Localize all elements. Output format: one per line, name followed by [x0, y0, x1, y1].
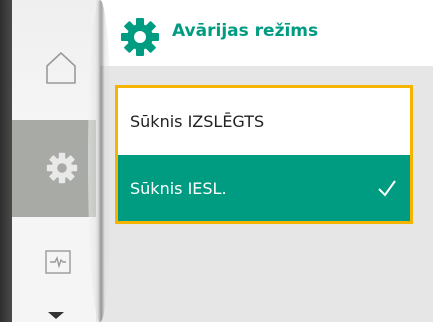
home-icon: [46, 52, 76, 84]
pulse-icon: [45, 250, 71, 274]
rail-bezel: [0, 0, 12, 322]
options-list: Sūknis IZSLĒGTS Sūknis IESL.: [115, 85, 413, 224]
rail-divider: [88, 0, 112, 322]
page-title: Avārijas režīms: [172, 21, 319, 41]
sidebar: [0, 0, 96, 322]
option-label: Sūknis IESL.: [130, 178, 227, 198]
gear-icon: [46, 152, 78, 184]
gear-icon: [121, 18, 159, 56]
checkmark-icon: [378, 180, 396, 197]
chevron-down-icon[interactable]: [48, 310, 64, 320]
option-pump-on[interactable]: Sūknis IESL.: [118, 155, 410, 221]
option-label: Sūknis IZSLĒGTS: [130, 112, 265, 131]
option-pump-off[interactable]: Sūknis IZSLĒGTS: [118, 88, 410, 155]
